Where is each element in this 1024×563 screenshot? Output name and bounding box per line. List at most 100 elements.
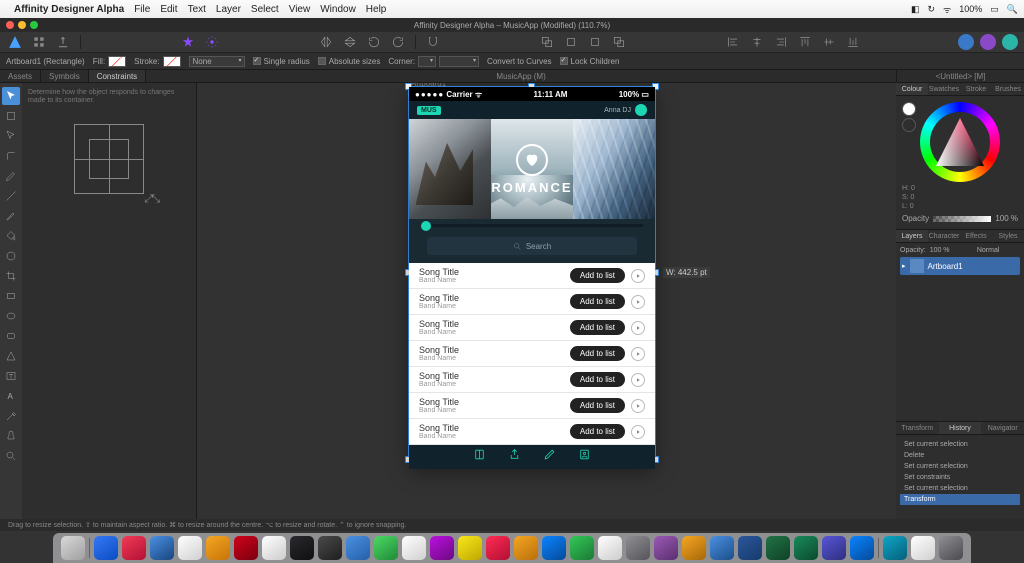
dock-app[interactable] — [486, 536, 510, 560]
history-item[interactable]: Set current selection — [900, 483, 1020, 494]
dock-app[interactable] — [514, 536, 538, 560]
rotate-cw-icon[interactable] — [389, 33, 407, 51]
dock-app[interactable] — [178, 536, 202, 560]
absolute-sizes-checkbox[interactable] — [318, 57, 326, 65]
colour-wheel[interactable] — [920, 102, 1000, 182]
dock-app[interactable] — [542, 536, 566, 560]
shape-triangle-tool[interactable] — [2, 347, 20, 365]
play-icon[interactable] — [631, 295, 645, 309]
corner-tool[interactable] — [2, 147, 20, 165]
node-tool[interactable] — [2, 127, 20, 145]
dock-app[interactable] — [150, 536, 174, 560]
constraints-widget[interactable]: ⤢⤡ — [64, 114, 154, 204]
add-to-list-button[interactable]: Add to list — [570, 268, 625, 283]
dock-app[interactable] — [883, 536, 907, 560]
persona-designer-icon[interactable] — [6, 33, 24, 51]
play-icon[interactable] — [631, 373, 645, 387]
tab-effects[interactable]: Effects — [960, 230, 992, 242]
fill-swatch[interactable] — [108, 56, 126, 67]
dock-app[interactable] — [939, 536, 963, 560]
blend-mode-dropdown[interactable]: Normal — [977, 247, 1020, 254]
phone-search[interactable]: Search — [427, 237, 637, 255]
tab-symbols[interactable]: Symbols — [41, 70, 89, 82]
dock-app[interactable] — [206, 536, 230, 560]
tab-constraints[interactable]: Constraints — [89, 70, 146, 82]
dock-app[interactable] — [94, 536, 118, 560]
dock-app[interactable] — [61, 536, 85, 560]
dock-app[interactable] — [318, 536, 342, 560]
avatar[interactable] — [635, 104, 647, 116]
account-avatar-1[interactable] — [958, 34, 974, 50]
convert-to-curves-button[interactable]: Convert to Curves — [487, 57, 551, 66]
stroke-swatch[interactable] — [902, 118, 916, 132]
phone-slider[interactable] — [409, 219, 655, 233]
slider-knob[interactable] — [421, 221, 431, 231]
corner-type-dropdown[interactable] — [418, 56, 436, 67]
dock-app[interactable] — [570, 536, 594, 560]
traffic-lights[interactable] — [6, 21, 38, 29]
history-item[interactable]: Set current selection — [900, 461, 1020, 472]
menu-view[interactable]: View — [289, 4, 311, 15]
flip-vertical-icon[interactable] — [341, 33, 359, 51]
add-to-list-button[interactable]: Add to list — [570, 398, 625, 413]
persona-pixel-icon[interactable] — [30, 33, 48, 51]
tab-stroke[interactable]: Stroke — [960, 83, 992, 95]
dock-app[interactable] — [794, 536, 818, 560]
lock-children-checkbox[interactable] — [560, 57, 568, 65]
play-icon[interactable] — [631, 425, 645, 439]
tabbar-bookmark-icon[interactable] — [473, 448, 486, 466]
dock-app[interactable] — [710, 536, 734, 560]
dock-app[interactable] — [122, 536, 146, 560]
menu-layer[interactable]: Layer — [216, 4, 241, 15]
dock-app[interactable] — [374, 536, 398, 560]
dock-app[interactable] — [234, 536, 258, 560]
tab-character[interactable]: Character — [928, 230, 960, 242]
preferences-icon[interactable] — [203, 33, 221, 51]
menu-select[interactable]: Select — [251, 4, 279, 15]
account-avatar-2[interactable] — [980, 34, 996, 50]
tab-swatches[interactable]: Swatches — [928, 83, 960, 95]
shape-ellipse-tool[interactable] — [2, 307, 20, 325]
corner-value[interactable] — [439, 56, 479, 67]
menu-window[interactable]: Window — [320, 4, 356, 15]
constraint-arrows-icon[interactable]: ⤢⤡ — [144, 193, 158, 206]
layer-row[interactable]: ▸ Artboard1 — [900, 257, 1020, 275]
persona-export-icon[interactable] — [54, 33, 72, 51]
tab-layers[interactable]: Layers — [896, 230, 928, 242]
crop-tool[interactable] — [2, 267, 20, 285]
dock-app[interactable] — [682, 536, 706, 560]
dock-app[interactable] — [402, 536, 426, 560]
menubar-search-icon[interactable]: 🔍 — [1007, 4, 1018, 15]
move-tool[interactable] — [2, 87, 20, 105]
arrange-backward-icon[interactable] — [562, 33, 580, 51]
document-tab[interactable]: MusicApp (M) — [146, 70, 896, 82]
stroke-swatch[interactable] — [163, 56, 181, 67]
tabbar-edit-icon[interactable] — [543, 448, 556, 466]
menubar-battery[interactable]: 100% — [959, 4, 982, 14]
arrange-back-icon[interactable] — [538, 33, 556, 51]
dock-app[interactable] — [430, 536, 454, 560]
dock-app[interactable] — [598, 536, 622, 560]
history-item[interactable]: Transform — [900, 494, 1020, 505]
artboard-tool[interactable] — [2, 107, 20, 125]
add-to-list-button[interactable]: Add to list — [570, 320, 625, 335]
view-tool[interactable] — [2, 427, 20, 445]
history-item[interactable]: Set constraints — [900, 472, 1020, 483]
menu-edit[interactable]: Edit — [160, 4, 177, 15]
transparency-tool[interactable] — [2, 247, 20, 265]
add-to-list-button[interactable]: Add to list — [570, 346, 625, 361]
fill-tool[interactable] — [2, 227, 20, 245]
align-center-h-icon[interactable] — [748, 33, 766, 51]
zoom-icon[interactable] — [30, 21, 38, 29]
align-left-icon[interactable] — [724, 33, 742, 51]
history-item[interactable]: Delete — [900, 450, 1020, 461]
pencil-tool[interactable] — [2, 187, 20, 205]
dock-app[interactable] — [262, 536, 286, 560]
menu-help[interactable]: Help — [366, 4, 387, 15]
tab-styles[interactable]: Styles — [992, 230, 1024, 242]
menubar-battery-icon[interactable]: ▭ — [990, 4, 999, 15]
account-avatar-3[interactable] — [1002, 34, 1018, 50]
dock-app[interactable] — [654, 536, 678, 560]
snapping-icon[interactable] — [424, 33, 442, 51]
app-name[interactable]: Affinity Designer Alpha — [14, 4, 124, 15]
